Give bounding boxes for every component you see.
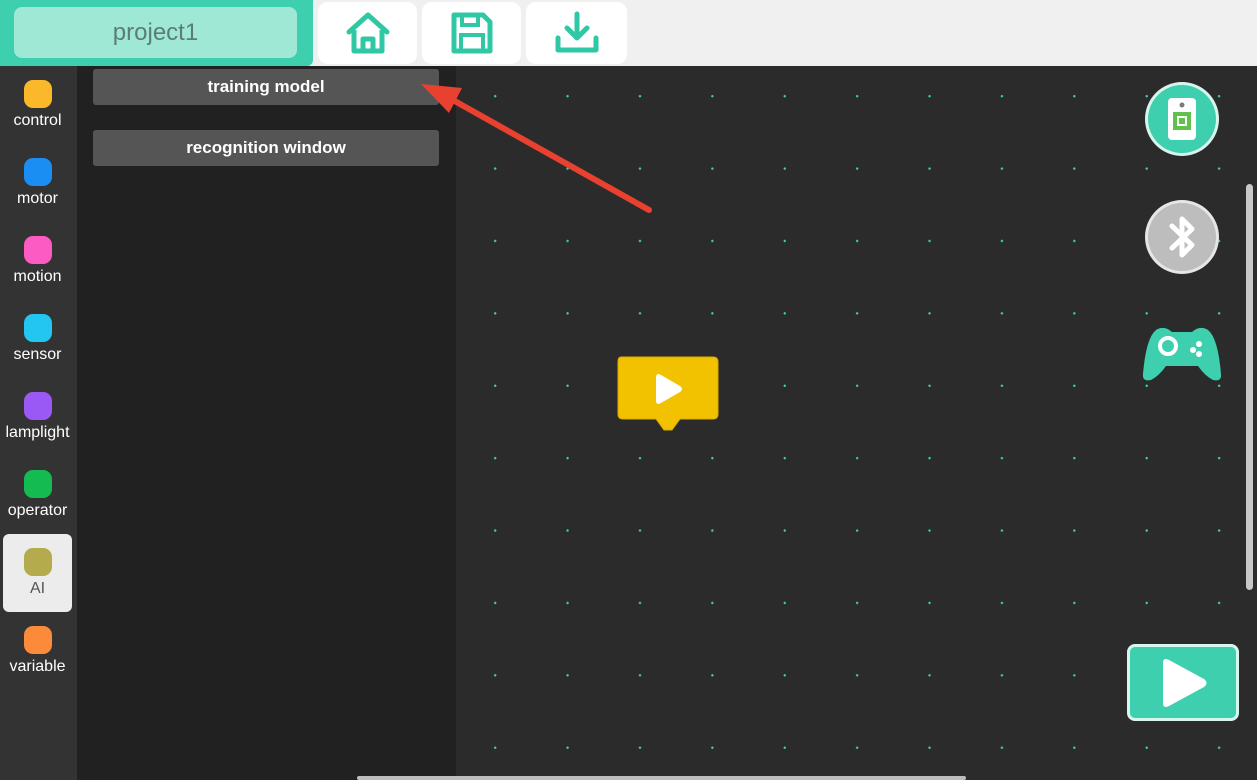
ai-board-button[interactable]	[1143, 80, 1221, 158]
category-color-swatch	[23, 470, 52, 498]
home-button[interactable]	[318, 2, 417, 64]
category-lamplight[interactable]: lamplight	[3, 378, 72, 456]
recognition-window-block[interactable]: recognition window	[93, 130, 439, 166]
home-icon	[346, 12, 389, 54]
category-label: variable	[9, 658, 66, 675]
save-icon	[451, 12, 492, 54]
category-ai[interactable]: AI	[3, 534, 72, 612]
category-color-swatch	[23, 158, 52, 186]
app-window: project1 control motor motion sensor lam…	[0, 0, 1257, 780]
category-color-swatch	[23, 548, 52, 576]
run-button[interactable]	[1127, 644, 1239, 721]
training-model-block[interactable]: training model	[93, 69, 439, 105]
download-icon	[555, 11, 598, 53]
download-button[interactable]	[526, 2, 627, 64]
category-color-swatch	[23, 80, 52, 108]
play-icon	[1163, 658, 1207, 707]
category-color-swatch	[23, 314, 52, 342]
category-sidebar: control motor motion sensor lamplight op…	[0, 66, 77, 780]
category-motion[interactable]: motion	[3, 222, 72, 300]
category-label: AI	[29, 580, 46, 597]
category-control[interactable]: control	[3, 66, 72, 144]
category-color-swatch	[23, 392, 52, 420]
save-button[interactable]	[422, 2, 521, 64]
ai-board-icon	[1168, 98, 1196, 140]
category-motor[interactable]: motor	[3, 144, 72, 222]
category-label: lamplight	[5, 424, 70, 441]
project-name-field[interactable]: project1	[14, 7, 297, 58]
category-sensor[interactable]: sensor	[3, 300, 72, 378]
bluetooth-button[interactable]	[1143, 198, 1221, 276]
block-palette: training model recognition window	[77, 66, 456, 780]
vertical-scrollbar[interactable]	[1246, 184, 1253, 590]
top-bar: project1	[0, 0, 1257, 66]
category-color-swatch	[23, 626, 52, 654]
start-block[interactable]	[616, 356, 720, 434]
category-label: sensor	[13, 346, 62, 363]
gamepad-button[interactable]	[1142, 324, 1222, 384]
horizontal-scrollbar[interactable]	[357, 776, 966, 780]
category-label: motor	[17, 190, 58, 207]
project-name-area: project1	[0, 0, 313, 66]
category-label: control	[13, 112, 62, 129]
gamepad-icon	[1142, 327, 1222, 381]
category-label: operator	[7, 502, 68, 519]
category-label: motion	[13, 268, 62, 285]
category-color-swatch	[23, 236, 52, 264]
category-variable[interactable]: variable	[3, 612, 72, 690]
category-operator[interactable]: operator	[3, 456, 72, 534]
